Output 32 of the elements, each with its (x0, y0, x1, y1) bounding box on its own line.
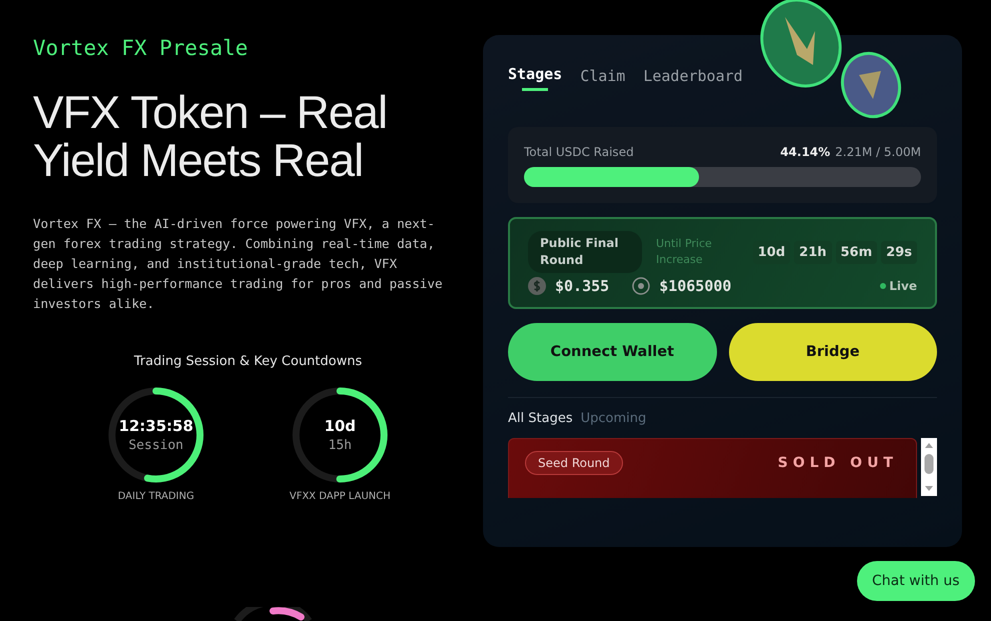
headline: VFX Token – Real Yield Meets Real (33, 88, 388, 184)
countdown-value: 10d (324, 417, 356, 435)
timer-value: 56m (836, 240, 878, 264)
countdown-caption: DAILY TRADING (118, 491, 194, 502)
timer-value: 21h (794, 240, 832, 264)
eyebrow-title: Vortex FX Presale (33, 36, 249, 60)
timer-value: 29s (881, 240, 917, 264)
raised-label: Total USDC Raised (524, 145, 635, 159)
tab[interactable]: Leaderboard (643, 61, 743, 94)
scrollbar[interactable] (921, 438, 937, 496)
countdown-caption: VFXX DAPP LAUNCH (289, 491, 391, 502)
countdown-value: 12:35:58 (118, 417, 194, 435)
raised-amount: 2.21M / 5.00M (835, 145, 921, 159)
stage-status: SOLD OUT (778, 455, 898, 471)
target-amount: $1065000 (659, 277, 732, 295)
tab[interactable]: Claim (580, 61, 626, 94)
raised-percent: 44.14% (780, 145, 830, 159)
intro-paragraph: Vortex FX — the AI-driven force powering VFX, a next-gen forex trading strategy. Combining real-time data, deep learning, and institutional-grade tech, VFX delivers high-performance trading for pros and passive investors alike. (33, 215, 444, 313)
stage-pill: Seed Round (525, 451, 623, 475)
countdown-subvalue: 15h (328, 438, 352, 453)
target-icon (632, 277, 650, 295)
dollar-icon (528, 277, 546, 295)
chat-button[interactable]: Chat with us (857, 561, 974, 601)
filter-tab[interactable]: All Stages (508, 411, 573, 426)
status-label: Live (889, 279, 917, 293)
action-button[interactable]: Connect Wallet (508, 323, 716, 381)
until-label: Until Price Increase (656, 236, 713, 268)
countdown-subvalue: Session (128, 438, 184, 453)
stage-name: Public Final Round (528, 231, 642, 273)
token-price: $0.355 (555, 277, 610, 295)
action-button[interactable]: Bridge (728, 323, 937, 381)
countdowns-title: Trading Session & Key Countdowns (133, 354, 363, 369)
